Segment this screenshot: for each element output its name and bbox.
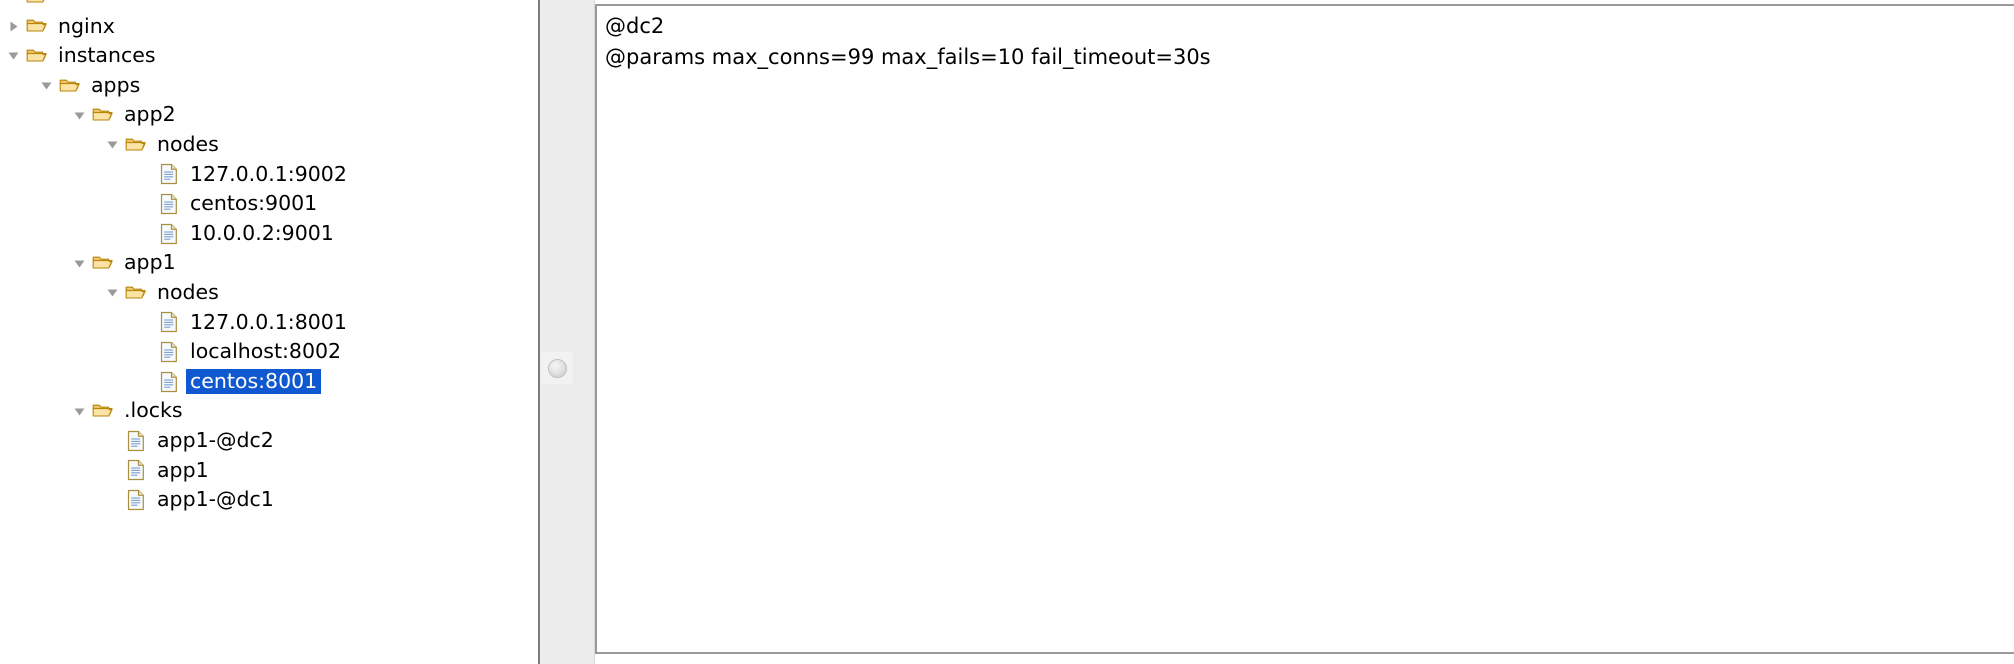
triangle-down-icon[interactable] bbox=[2, 41, 24, 71]
tree-item-file[interactable]: app1-@dc2 bbox=[0, 426, 538, 456]
tree-item-file[interactable]: 127.0.0.1:8001 bbox=[0, 308, 538, 338]
tree-list: nginx instances apps app2 nodes 127.0.0.1:900… bbox=[0, 0, 538, 515]
tree-panel[interactable]: nginx instances apps app2 nodes 127.0.0.1:900… bbox=[0, 0, 538, 664]
folder-open-icon bbox=[90, 100, 116, 130]
splitter-track[interactable] bbox=[540, 0, 595, 664]
document-icon bbox=[156, 308, 182, 338]
triangle-down-icon[interactable] bbox=[101, 130, 123, 160]
triangle-right-icon[interactable] bbox=[2, 12, 24, 42]
triangle-down-icon[interactable] bbox=[35, 71, 57, 101]
tree-item-label: nginx bbox=[58, 13, 115, 38]
splitter-grip[interactable] bbox=[541, 352, 573, 384]
tree-item-label: .locks bbox=[124, 398, 183, 423]
tree-item-label: app1-@dc2 bbox=[157, 427, 274, 452]
folder-open-icon bbox=[123, 278, 149, 308]
folder-open-icon bbox=[24, 12, 50, 42]
folder-open-icon bbox=[90, 396, 116, 426]
document-icon bbox=[156, 189, 182, 219]
editor-panel: @dc2 @params max_conns=99 max_fails=10 fa… bbox=[595, 0, 2014, 664]
tree-item-file[interactable]: localhost:8002 bbox=[0, 337, 538, 367]
triangle-down-icon[interactable] bbox=[101, 278, 123, 308]
tree-item-folder[interactable]: .locks bbox=[0, 396, 538, 426]
tree-item-file[interactable]: app1-@dc1 bbox=[0, 485, 538, 515]
tree-item-label: instances bbox=[58, 43, 156, 68]
folder-open-icon bbox=[24, 41, 50, 71]
tree-item-folder[interactable]: nginx bbox=[0, 12, 538, 42]
tree-item-folder[interactable] bbox=[0, 0, 538, 12]
editor-frame[interactable]: @dc2 @params max_conns=99 max_fails=10 fa… bbox=[595, 4, 2014, 654]
tree-item-file[interactable]: app1 bbox=[0, 456, 538, 486]
tree-item-label: app2 bbox=[124, 102, 176, 127]
tree-item-label: app1 bbox=[124, 250, 176, 275]
document-icon bbox=[123, 426, 149, 456]
document-icon bbox=[123, 485, 149, 515]
triangle-down-icon[interactable] bbox=[68, 396, 90, 426]
tree-item-folder[interactable]: app2 bbox=[0, 100, 538, 130]
splitter-grip-dot-icon bbox=[547, 358, 567, 378]
tree-item-file[interactable]: centos:9001 bbox=[0, 189, 538, 219]
tree-item-label: 10.0.0.2:9001 bbox=[190, 220, 334, 245]
document-icon bbox=[156, 219, 182, 249]
tree-item-file[interactable]: 127.0.0.1:9002 bbox=[0, 160, 538, 190]
tree-item-folder[interactable]: nodes bbox=[0, 130, 538, 160]
app-root: nginx instances apps app2 nodes 127.0.0.1:900… bbox=[0, 0, 2014, 664]
tree-item-label: nodes bbox=[157, 279, 219, 304]
tree-item-folder[interactable]: instances bbox=[0, 41, 538, 71]
tree-item-label: centos:8001 bbox=[186, 368, 322, 395]
document-icon bbox=[156, 337, 182, 367]
document-icon bbox=[156, 160, 182, 190]
tree-item-file[interactable]: 10.0.0.2:9001 bbox=[0, 219, 538, 249]
panel-splitter[interactable] bbox=[538, 0, 595, 664]
tree-item-label: 127.0.0.1:9002 bbox=[190, 161, 347, 186]
tree-item-label: app1 bbox=[157, 457, 209, 482]
folder-open-icon bbox=[24, 0, 50, 12]
tree-item-label: app1-@dc1 bbox=[157, 487, 274, 512]
folder-open-icon bbox=[57, 71, 83, 101]
tree-item-file[interactable]: centos:8001 bbox=[0, 367, 538, 397]
tree-item-label: localhost:8002 bbox=[190, 339, 342, 364]
document-icon bbox=[123, 456, 149, 486]
triangle-down-icon[interactable] bbox=[68, 248, 90, 278]
tree-item-label: 127.0.0.1:8001 bbox=[190, 309, 347, 334]
tree-item-label: centos:9001 bbox=[190, 191, 318, 216]
folder-open-icon bbox=[123, 130, 149, 160]
editor-textarea[interactable]: @dc2 @params max_conns=99 max_fails=10 fa… bbox=[597, 6, 2014, 73]
triangle-down-icon[interactable] bbox=[68, 100, 90, 130]
tree-item-label: nodes bbox=[157, 132, 219, 157]
tree-item-folder[interactable]: nodes bbox=[0, 278, 538, 308]
editor-line: @dc2 bbox=[605, 14, 665, 38]
tree-item-folder[interactable]: apps bbox=[0, 71, 538, 101]
tree-item-label: apps bbox=[91, 72, 141, 97]
editor-line: @params max_conns=99 max_fails=10 fail_t… bbox=[605, 45, 1211, 69]
document-icon bbox=[156, 367, 182, 397]
folder-open-icon bbox=[90, 248, 116, 278]
tree-item-folder[interactable]: app1 bbox=[0, 248, 538, 278]
